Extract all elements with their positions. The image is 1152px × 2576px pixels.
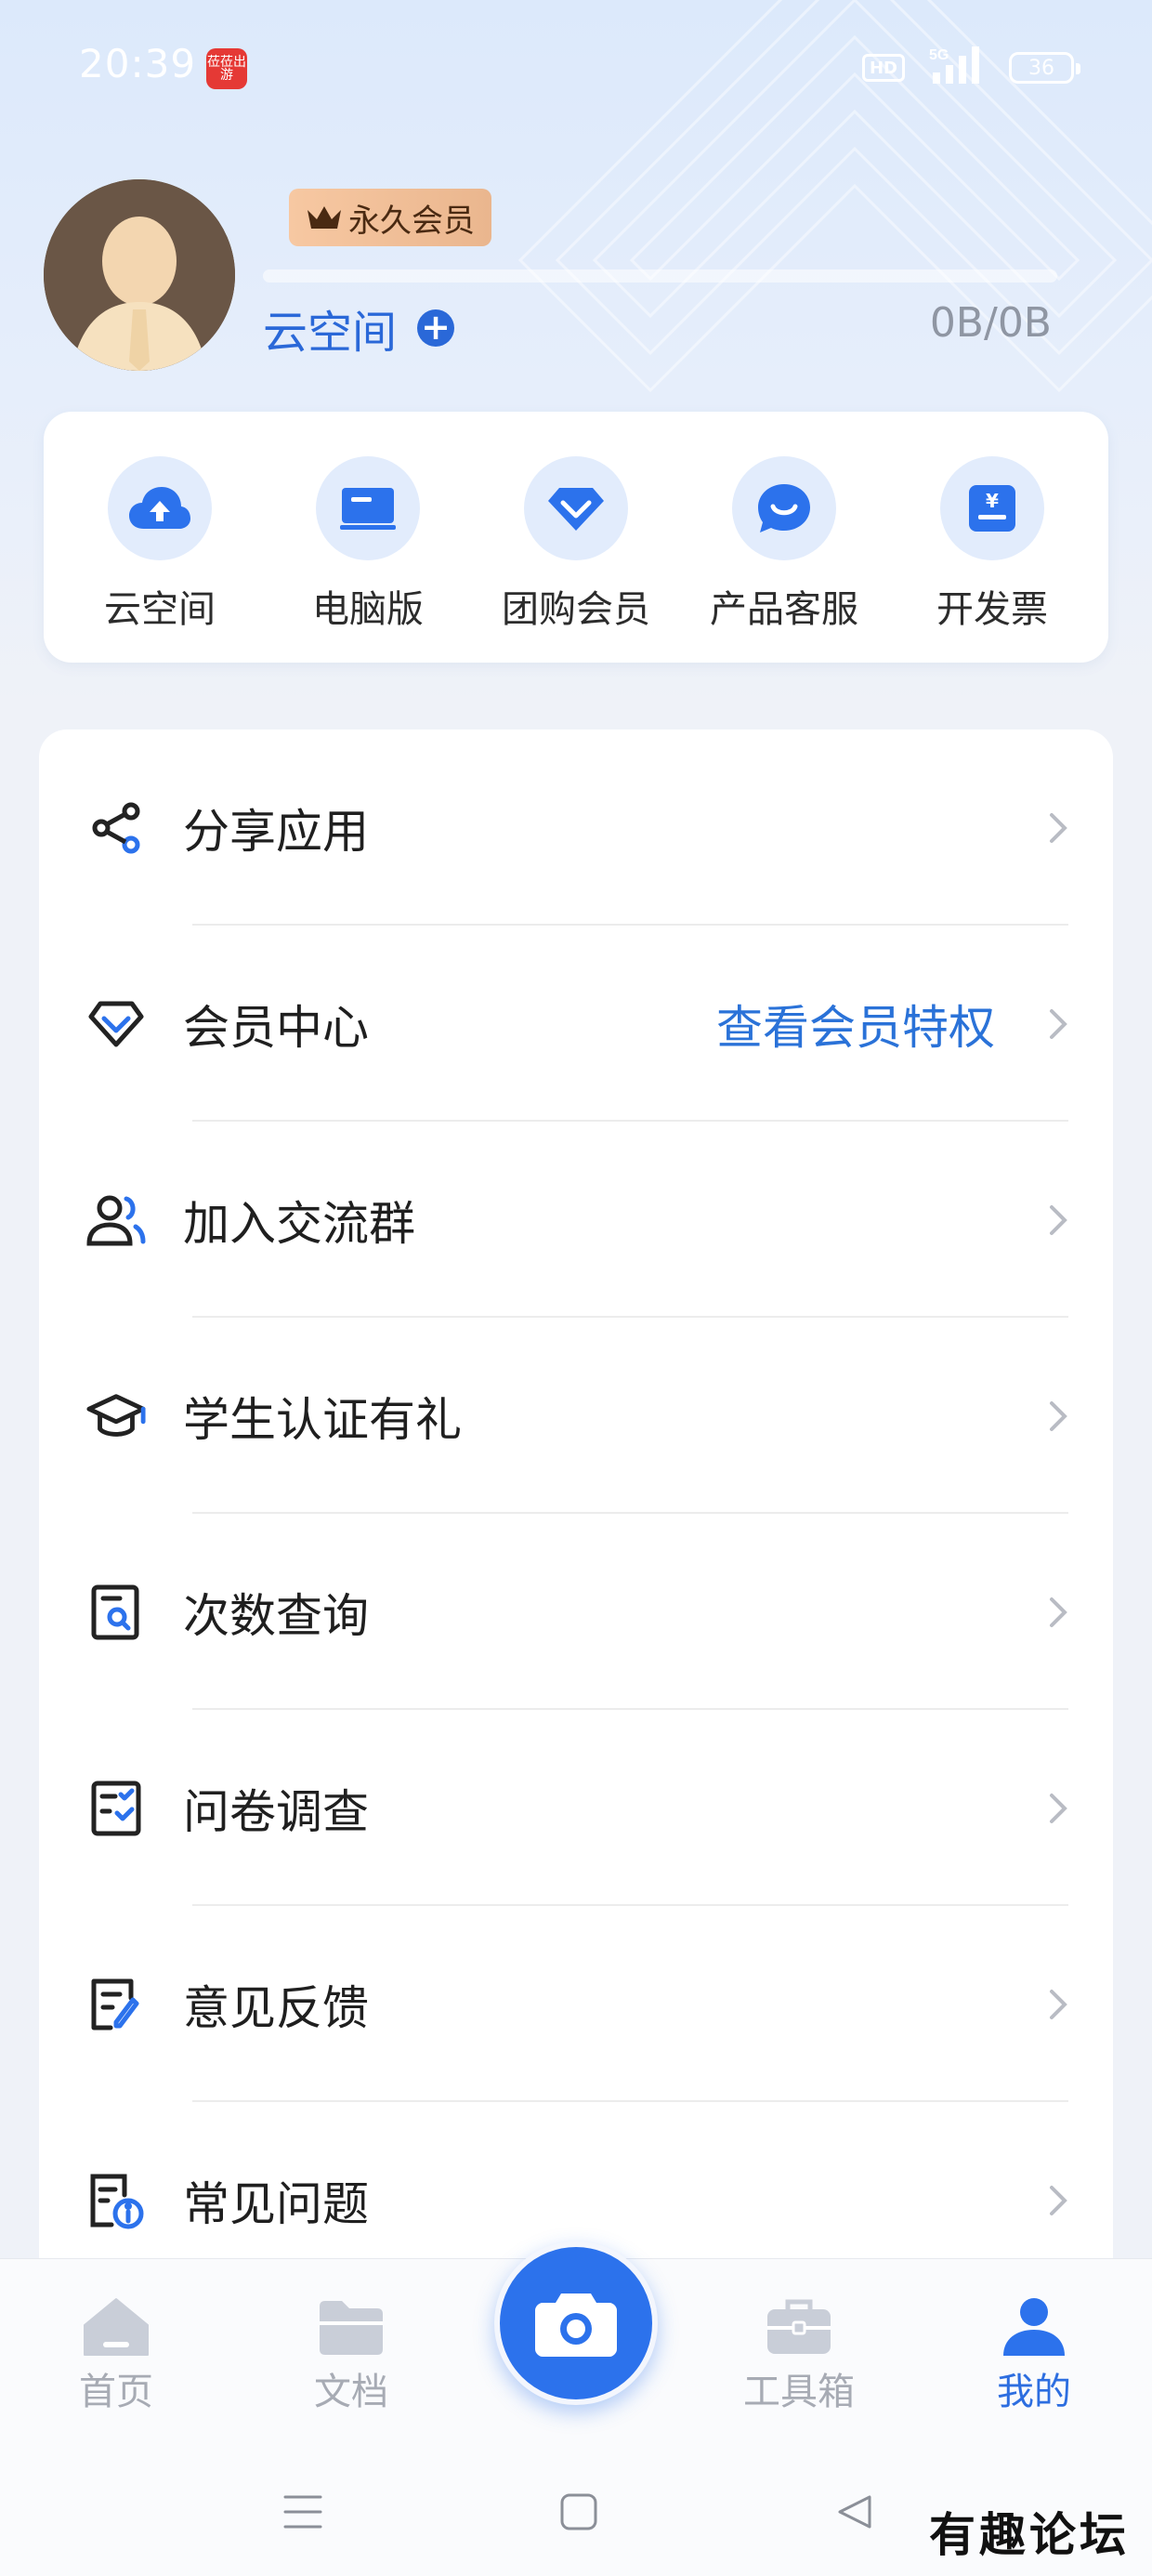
- person-icon: [999, 2296, 1069, 2358]
- checklist-icon: [85, 1778, 147, 1839]
- chevron-right-icon: [1050, 1989, 1067, 2019]
- menu-item-label: 会员中心: [183, 1000, 369, 1055]
- menu-list: 分享应用 会员中心 查看会员特权 加入交流群 学生认证有礼 次数查询 问卷调查 …: [39, 729, 1113, 2272]
- quick-actions-card: 云空间 电脑版 团购会员 产品客服 ¥ 开发票: [44, 412, 1108, 663]
- status-bar: 20:39 莅莅出游 HD 5G 36: [0, 0, 1152, 139]
- chevron-right-icon: [1050, 812, 1067, 843]
- toolbox-icon: [764, 2296, 834, 2358]
- tab-home[interactable]: 首页: [46, 2296, 186, 2415]
- back-triangle-icon[interactable]: [829, 2486, 881, 2538]
- menu-item-label: 问卷调查: [183, 1784, 369, 1839]
- edit-document-icon: [85, 1974, 147, 2035]
- quick-action-invoice[interactable]: ¥ 开发票: [904, 456, 1080, 663]
- notification-app-icon: 莅莅出游: [206, 48, 247, 89]
- signal-icon: 5G: [929, 45, 994, 85]
- tab-label: 工具箱: [743, 2371, 855, 2413]
- home-icon: [81, 2296, 151, 2358]
- watermark-text: 有趣论坛: [929, 2507, 1130, 2562]
- quick-action-label: 电脑版: [312, 588, 424, 631]
- crown-icon: [308, 206, 341, 229]
- home-square-icon[interactable]: [553, 2486, 605, 2538]
- menu-item-label: 次数查询: [183, 1588, 369, 1643]
- graduation-cap-icon: [85, 1386, 147, 1447]
- menu-item-student-verification[interactable]: 学生认证有礼: [39, 1318, 1113, 1514]
- tab-toolbox[interactable]: 工具箱: [729, 2296, 869, 2415]
- svg-text:¥: ¥: [986, 490, 999, 512]
- invoice-icon: ¥: [940, 456, 1044, 560]
- chevron-right-icon: [1050, 1008, 1067, 1039]
- camera-icon: [535, 2293, 617, 2357]
- signal-label: 5G: [929, 47, 949, 63]
- menu-icon[interactable]: [277, 2486, 329, 2538]
- cloud-space-title[interactable]: 云空间 +: [263, 296, 455, 361]
- menu-item-label: 学生认证有礼: [183, 1392, 462, 1447]
- tab-label: 我的: [997, 2371, 1071, 2413]
- info-document-icon: [85, 2170, 147, 2231]
- chevron-right-icon: [1050, 1400, 1067, 1431]
- cloud-upload-icon: [108, 456, 212, 560]
- quick-action-label: 团购会员: [502, 588, 650, 631]
- menu-item-label: 常见问题: [183, 2176, 369, 2231]
- storage-progress: [263, 269, 1057, 283]
- tab-label: 文档: [314, 2371, 388, 2413]
- menu-item-member-center[interactable]: 会员中心 查看会员特权: [39, 926, 1113, 1122]
- quick-action-label: 开发票: [936, 588, 1048, 631]
- chevron-right-icon: [1050, 1204, 1067, 1235]
- tab-label: 首页: [79, 2371, 153, 2413]
- chevron-right-icon: [1050, 1597, 1067, 1627]
- quick-action-label: 云空间: [104, 588, 216, 631]
- menu-item-survey[interactable]: 问卷调查: [39, 1710, 1113, 1906]
- menu-item-label: 分享应用: [183, 804, 369, 859]
- member-privilege-link[interactable]: 查看会员特权: [716, 991, 995, 1058]
- menu-item-join-group[interactable]: 加入交流群: [39, 1122, 1113, 1318]
- tab-mine[interactable]: 我的: [964, 2296, 1104, 2415]
- quick-action-desktop[interactable]: 电脑版: [280, 456, 456, 663]
- storage-usage: 0B/0B: [929, 299, 1052, 347]
- folder-icon: [316, 2296, 386, 2358]
- search-document-icon: [85, 1582, 147, 1643]
- group-icon: [85, 1189, 147, 1251]
- system-navigation-bar: 有趣论坛: [0, 2444, 1152, 2576]
- add-icon[interactable]: +: [417, 309, 455, 347]
- quick-action-label: 产品客服: [710, 588, 858, 631]
- battery-icon: 36: [1009, 52, 1080, 84]
- status-time: 20:39: [79, 41, 197, 86]
- tab-documents[interactable]: 文档: [281, 2296, 421, 2415]
- quick-action-customer-service[interactable]: 产品客服: [696, 456, 872, 663]
- chevron-right-icon: [1050, 2185, 1067, 2215]
- diamond-icon: [524, 456, 628, 560]
- monitor-icon: [316, 456, 420, 560]
- chat-smile-icon: [732, 456, 836, 560]
- menu-item-usage-query[interactable]: 次数查询: [39, 1514, 1113, 1710]
- camera-button[interactable]: [494, 2241, 658, 2405]
- hd-icon: HD: [862, 54, 905, 82]
- member-badge: 永久会员: [289, 189, 491, 246]
- diamond-icon: [85, 993, 147, 1055]
- menu-item-share-app[interactable]: 分享应用: [39, 729, 1113, 926]
- menu-item-feedback[interactable]: 意见反馈: [39, 1906, 1113, 2102]
- quick-action-cloud-space[interactable]: 云空间: [72, 456, 248, 663]
- member-badge-label: 永久会员: [348, 202, 475, 240]
- share-icon: [85, 797, 147, 859]
- menu-item-label: 意见反馈: [183, 1980, 369, 2035]
- quick-action-group-membership[interactable]: 团购会员: [488, 456, 664, 663]
- chevron-right-icon: [1050, 1793, 1067, 1823]
- menu-item-label: 加入交流群: [183, 1196, 415, 1251]
- avatar[interactable]: [44, 179, 235, 371]
- cloud-space-label: 云空间: [263, 307, 398, 359]
